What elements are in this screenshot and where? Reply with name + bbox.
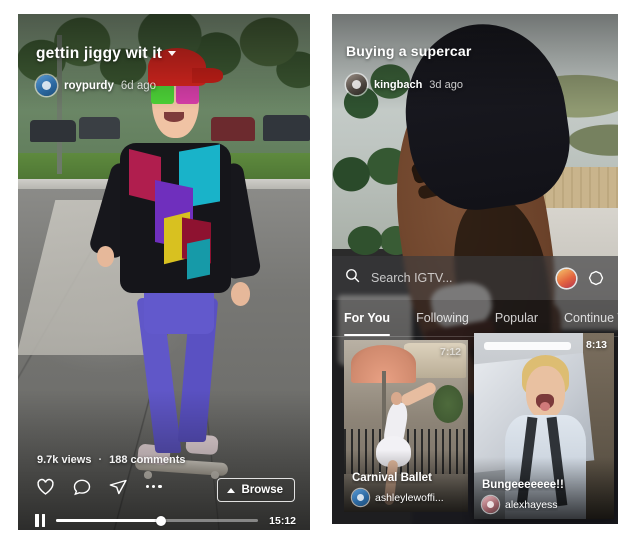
tab-continue-watching[interactable]: Continue W	[564, 300, 618, 336]
right-phone-screen: Buying a supercar kingbach 3d ago Search…	[332, 14, 618, 524]
left-phone-screen: gettin jiggy wit it roypurdy 6d ago 9.7k…	[18, 14, 310, 530]
left-video-title: gettin jiggy wit it	[36, 45, 163, 62]
chevron-down-icon[interactable]	[168, 51, 177, 57]
avatar[interactable]	[346, 74, 367, 95]
left-video-player-controls: 15:12	[35, 514, 296, 527]
left-video-title-row[interactable]: gettin jiggy wit it	[36, 45, 177, 63]
avatar[interactable]	[352, 489, 369, 506]
browse-label: Browse	[241, 484, 283, 496]
igtv-card[interactable]: 7:12 Carnival Ballet ashleylewoffi...	[344, 340, 468, 512]
comment-count[interactable]: 188 comments	[109, 454, 185, 466]
card-author[interactable]: ashleylewoffi...	[352, 489, 464, 506]
card-author[interactable]: alexhayess	[482, 496, 610, 513]
chevron-up-icon	[227, 487, 236, 493]
igtv-search-bar[interactable]: Search IGTV...	[332, 256, 618, 300]
card-title: Carnival Ballet	[352, 472, 432, 484]
background-tree	[433, 384, 464, 423]
pause-icon[interactable]	[35, 514, 45, 527]
browse-button[interactable]: Browse	[217, 478, 295, 502]
tab-for-you[interactable]: For You	[344, 300, 391, 336]
left-time-ago: 6d ago	[120, 79, 157, 92]
parked-car	[210, 117, 255, 141]
tab-following[interactable]: Following	[416, 300, 469, 336]
igtv-card[interactable]: 8:13 Bungeeeeeee!! alexhayess	[474, 333, 614, 519]
subject-tongue	[539, 401, 550, 412]
skater-hand	[96, 246, 115, 267]
card-progress-bar	[483, 342, 571, 351]
card-username[interactable]: alexhayess	[505, 499, 558, 511]
like-icon[interactable]	[35, 476, 56, 497]
right-video-byline[interactable]: kingbach 3d ago	[346, 74, 463, 95]
story-avatar-icon[interactable]	[557, 268, 576, 288]
left-action-bar	[35, 476, 164, 497]
jacket-color-block	[187, 238, 211, 280]
stats-separator: ·	[98, 454, 103, 466]
progress-scrubber[interactable]	[56, 515, 259, 526]
parked-car	[79, 117, 121, 139]
igtv-camera-icon[interactable]	[586, 268, 606, 288]
left-video-stats: 9.7k views · 188 comments	[37, 454, 186, 466]
screenshot-root: gettin jiggy wit it roypurdy 6d ago 9.7k…	[0, 0, 640, 551]
parked-car	[29, 119, 77, 143]
left-username[interactable]: roypurdy	[64, 80, 114, 92]
comment-icon[interactable]	[72, 477, 92, 497]
left-video-byline[interactable]: roypurdy 6d ago	[36, 75, 156, 96]
progress-fill	[56, 519, 162, 522]
right-video-title: Buying a supercar	[346, 43, 472, 59]
view-count: 9.7k views	[37, 454, 92, 466]
right-username[interactable]: kingbach	[374, 79, 422, 91]
time-remaining: 15:12	[269, 514, 296, 527]
search-input[interactable]: Search IGTV...	[371, 271, 547, 285]
search-icon	[344, 267, 361, 289]
progress-knob[interactable]	[156, 515, 167, 526]
card-title: Bungeeeeeee!!	[482, 479, 564, 491]
parked-car	[263, 114, 310, 142]
tab-popular[interactable]: Popular	[495, 300, 538, 336]
avatar[interactable]	[36, 75, 57, 96]
igtv-tab-bar: For You Following Popular Continue W	[332, 300, 618, 337]
igtv-browse-sheet: Search IGTV... For You Following Popular…	[332, 256, 618, 524]
share-icon[interactable]	[108, 477, 128, 497]
right-time-ago: 3d ago	[429, 78, 463, 91]
card-username[interactable]: ashleylewoffi...	[375, 492, 444, 504]
skater-hand	[231, 282, 251, 306]
avatar[interactable]	[482, 496, 499, 513]
skater-sunglasses	[175, 83, 200, 105]
more-options-icon[interactable]	[144, 479, 164, 494]
card-duration: 7:12	[439, 346, 461, 358]
igtv-card-row: 7:12 Carnival Ballet ashleylewoffi... 8:…	[332, 333, 618, 524]
card-duration: 8:13	[585, 339, 607, 351]
